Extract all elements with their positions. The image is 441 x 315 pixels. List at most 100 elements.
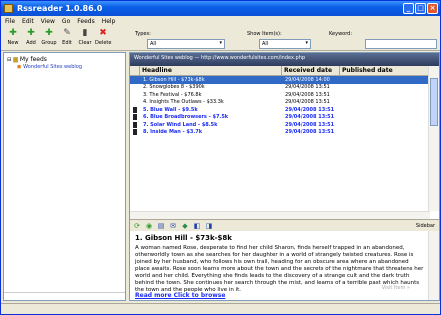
add-label: Add	[26, 40, 36, 46]
table-row[interactable]: 1. Gibson Hill - $73k-$8k 29/04/2008 14:…	[130, 76, 430, 84]
headline-column-header[interactable]: Headline	[140, 66, 282, 75]
maximize-button[interactable]: □	[415, 3, 426, 14]
group-icon: ✚	[45, 28, 53, 38]
flag-cell	[130, 84, 140, 90]
received-column-header[interactable]: Received date	[282, 66, 340, 75]
tree-item-feed[interactable]: ◼ Wonderful Sites weblog	[17, 64, 82, 70]
table-row[interactable]: 2. Snowglobes 8 - $390k 29/04/2008 13:51	[130, 84, 430, 92]
show-items-select[interactable]: All ▾	[259, 39, 311, 49]
folder-icon: ▆	[13, 56, 18, 63]
refresh-icon[interactable]: ⟳	[133, 222, 141, 230]
received-cell: 29/04/2008 13:51	[285, 84, 330, 91]
chevron-down-icon: ▾	[305, 40, 308, 46]
unread-marker-icon	[133, 114, 137, 121]
add-feed-icon: ✚	[27, 28, 35, 38]
headline-cell: 2. Snowglobes 8 - $390k	[143, 84, 205, 91]
flag-cell	[130, 77, 140, 83]
chevron-down-icon: ▾	[219, 40, 222, 46]
received-cell: 29/04/2008 13:51	[285, 114, 335, 121]
menu-go[interactable]: Go	[62, 18, 70, 25]
types-select[interactable]: All ▾	[147, 39, 225, 49]
article-title: 1. Gibson Hill - $73k-$8k	[135, 234, 232, 242]
title-bar[interactable]: Rssreader 1.0.86.0 _ □ ×	[1, 1, 440, 16]
clear-icon: ▮	[82, 28, 88, 38]
flag-cell	[130, 114, 140, 121]
minimize-button[interactable]: _	[403, 3, 414, 14]
article-list: 1. Gibson Hill - $73k-$8k 29/04/2008 14:…	[130, 76, 430, 136]
keyword-input[interactable]	[365, 39, 437, 49]
menu-view[interactable]: View	[41, 18, 55, 25]
read-more-link[interactable]: Read more Click to browse	[135, 292, 225, 299]
flag-column-header[interactable]	[130, 66, 140, 75]
mark-icon[interactable]: ◆	[181, 222, 189, 230]
status-bar	[1, 303, 440, 314]
edit-label: Edit	[62, 40, 72, 46]
menu-feeds[interactable]: Feeds	[77, 18, 94, 25]
types-label: Types:	[135, 31, 151, 37]
preview-scrollbar[interactable]	[428, 231, 439, 300]
toolbar: ✚ New ✚ Add ✚ Group ✎ Edit ▮ Clear ✖ Del…	[1, 27, 440, 51]
add-button[interactable]: ✚ Add	[23, 28, 39, 47]
edit-button[interactable]: ✎ Edit	[59, 28, 75, 47]
types-value: All	[150, 41, 157, 47]
headline-cell: 6. Blue Broadbrowsers - $7.5k	[143, 114, 229, 121]
clear-button[interactable]: ▮ Clear	[77, 28, 93, 47]
unread-marker-icon	[133, 121, 137, 128]
tree-root-my-feeds[interactable]: ⊟ ▆ My feeds	[7, 56, 47, 63]
table-row[interactable]: 4. Insights The Outlaws - $33.3k 29/04/2…	[130, 99, 430, 107]
received-cell: 29/04/2008 14:00	[285, 76, 330, 83]
next-icon[interactable]: ◨	[205, 222, 213, 230]
list-horizontal-scrollbar[interactable]	[130, 211, 430, 219]
menu-bar: File Edit View Go Feeds Help	[1, 16, 440, 27]
group-label: Group	[41, 40, 57, 46]
received-cell: 29/04/2008 13:51	[285, 91, 330, 98]
menu-edit[interactable]: Edit	[22, 18, 34, 25]
table-row[interactable]: 5. Blue Wall - $9.5k 29/04/2008 13:51	[130, 106, 430, 114]
close-button[interactable]: ×	[427, 3, 438, 14]
app-icon	[4, 4, 13, 13]
table-row[interactable]: 3. The Festival - $76.8k 29/04/2008 13:5…	[130, 91, 430, 99]
mail-icon[interactable]: ✉	[169, 222, 177, 230]
headline-cell: 4. Insights The Outlaws - $33.3k	[143, 99, 224, 106]
published-column-header[interactable]: Published date	[340, 66, 430, 75]
menu-file[interactable]: File	[5, 18, 15, 25]
collapse-icon[interactable]: ⊟	[7, 57, 11, 63]
menu-help[interactable]: Help	[102, 18, 116, 25]
app-window: Rssreader 1.0.86.0 _ □ × File Edit View …	[0, 0, 441, 315]
delete-label: Delete	[95, 40, 112, 46]
sidebar-toggle[interactable]: Sidebar	[416, 223, 435, 229]
table-row[interactable]: 8. Inside Man - $3.7k 29/04/2008 13:51	[130, 129, 430, 137]
new-button[interactable]: ✚ New	[5, 28, 21, 47]
flag-cell	[130, 106, 140, 113]
window-title: Rssreader 1.0.86.0	[17, 4, 103, 13]
new-label: New	[7, 40, 19, 46]
edit-icon: ✎	[63, 28, 71, 38]
list-scrollbar[interactable]	[428, 66, 439, 211]
tree-root-label: My feeds	[19, 56, 47, 63]
table-row[interactable]: 6. Blue Broadbrowsers - $7.5k 29/04/2008…	[130, 114, 430, 122]
flag-cell	[130, 99, 140, 105]
column-header: Headline Received date Published date	[130, 66, 439, 76]
list-scroll-thumb[interactable]	[430, 78, 438, 126]
unread-marker-icon	[133, 129, 137, 136]
tree-item-label: Wonderful Sites weblog	[23, 64, 83, 70]
feed-tree-pane: ⊟ ▆ My feeds ◼ Wonderful Sites weblog	[3, 52, 126, 301]
received-cell: 29/04/2008 13:51	[285, 129, 335, 136]
received-cell: 29/04/2008 13:51	[285, 99, 330, 106]
visit-item-link[interactable]: Visit Item »	[382, 285, 410, 291]
headline-cell: 3. The Festival - $76.8k	[143, 91, 202, 98]
print-icon[interactable]: ▤	[157, 222, 165, 230]
show-items-value: All	[262, 41, 269, 47]
headline-cell: 8. Inside Man - $3.7k	[143, 129, 203, 136]
group-button[interactable]: ✚ Group	[41, 28, 57, 47]
table-row[interactable]: 7. Solar Wind Land - $8.5k 29/04/2008 13…	[130, 121, 430, 129]
unread-marker-icon	[133, 106, 137, 113]
keyword-label: Keyword:	[329, 31, 353, 37]
delete-button[interactable]: ✖ Delete	[95, 29, 112, 47]
prev-icon[interactable]: ◧	[193, 222, 201, 230]
new-icon: ✚	[9, 28, 17, 38]
show-items-label: Show Item(s):	[247, 31, 282, 37]
headline-cell: 1. Gibson Hill - $73k-$8k	[143, 76, 205, 83]
received-cell: 29/04/2008 13:51	[285, 106, 335, 113]
globe-icon[interactable]: ◉	[145, 222, 153, 230]
